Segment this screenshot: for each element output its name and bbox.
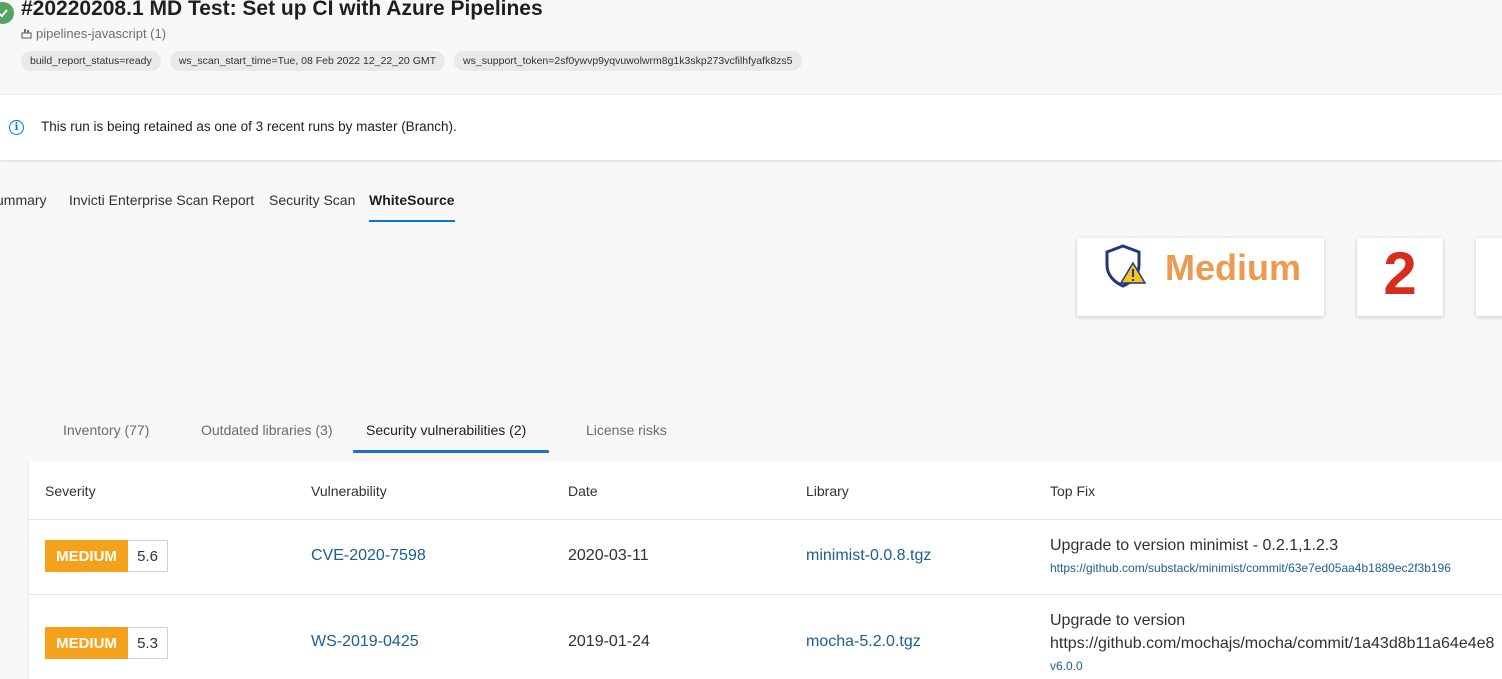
library-link[interactable]: minimist-0.0.8.tgz — [806, 547, 931, 565]
active-tab-indicator — [353, 450, 549, 453]
highest-severity: Medium — [1165, 247, 1302, 288]
row-divider — [29, 594, 1502, 595]
top-fix-link[interactable]: https://github.com/substack/minimist/com… — [1050, 561, 1451, 575]
repo-name: pipelines-javascript (1) — [36, 26, 167, 41]
tab-security-scan[interactable]: Security Scan — [269, 192, 355, 220]
top-fix-text: Upgrade to version minimist - 0.2.1,1.2.… — [1050, 537, 1339, 554]
column-header-vulnerability[interactable]: Vulnerability — [311, 483, 387, 499]
row-divider — [29, 519, 1502, 520]
tag-build-report-status[interactable]: build_report_status=ready — [21, 51, 161, 71]
page-title: #20220208.1 MD Test: Set up CI with Azur… — [21, 0, 543, 20]
tab-license-risks[interactable]: License risks — [586, 422, 667, 438]
top-fix-url-text: https://github.com/mochajs/mocha/commit/… — [1050, 635, 1495, 652]
column-header-severity[interactable]: Severity — [45, 483, 96, 499]
severity-badge: MEDIUM 5.6 — [45, 540, 168, 572]
severity-badge: MEDIUM 5.3 — [45, 627, 168, 659]
retention-banner: i This run is being retained as one of 3… — [0, 95, 1502, 160]
info-icon: i — [9, 120, 24, 135]
retention-message: This run is being retained as one of 3 r… — [41, 119, 457, 134]
severity-score: 5.6 — [128, 540, 168, 572]
tab-summary[interactable]: ummary — [0, 192, 47, 220]
tab-inventory[interactable]: Inventory (77) — [63, 422, 149, 438]
shield-warning-icon — [1105, 244, 1147, 288]
tab-security-vulnerabilities[interactable]: Security vulnerabilities (2) — [366, 422, 526, 438]
column-header-date[interactable]: Date — [568, 483, 598, 499]
vulnerability-date: 2020-03-11 — [568, 547, 649, 564]
tag-support-token[interactable]: ws_support_token=2sf0ywvp9yqvuwolwrm8g1k… — [454, 51, 802, 71]
tag-list: build_report_status=ready ws_scan_start_… — [21, 51, 802, 71]
vulnerability-count: 2 — [1383, 240, 1417, 307]
top-fix-link[interactable]: v6.0.0 — [1050, 659, 1083, 673]
vulnerability-date: 2019-01-24 — [568, 633, 650, 650]
library-link[interactable]: mocha-5.2.0.tgz — [806, 633, 921, 651]
tab-invicti-report[interactable]: Invicti Enterprise Scan Report — [69, 192, 254, 220]
success-check-icon — [0, 2, 14, 24]
vulnerability-link[interactable]: WS-2019-0425 — [311, 633, 419, 651]
severity-summary-card: Medium — [1077, 238, 1324, 316]
severity-label: MEDIUM — [45, 540, 128, 572]
vulnerability-link[interactable]: CVE-2020-7598 — [311, 547, 426, 565]
severity-label: MEDIUM — [45, 627, 128, 659]
vulnerabilities-table: Severity Vulnerability Date Library Top … — [29, 461, 1502, 679]
column-header-library[interactable]: Library — [806, 483, 849, 499]
tag-scan-start-time[interactable]: ws_scan_start_time=Tue, 08 Feb 2022 12_2… — [169, 51, 446, 71]
top-fix-text: Upgrade to version — [1050, 612, 1186, 629]
vulnerability-count-card: 2 — [1357, 238, 1443, 316]
tab-whitesource[interactable]: WhiteSource — [369, 192, 455, 222]
column-header-top-fix[interactable]: Top Fix — [1050, 483, 1095, 499]
summary-card-next — [1476, 238, 1502, 316]
severity-score: 5.3 — [128, 627, 168, 659]
repo-icon — [21, 29, 32, 39]
tab-outdated-libraries[interactable]: Outdated libraries (3) — [201, 422, 333, 438]
repo-link[interactable]: pipelines-javascript (1) — [21, 26, 166, 41]
